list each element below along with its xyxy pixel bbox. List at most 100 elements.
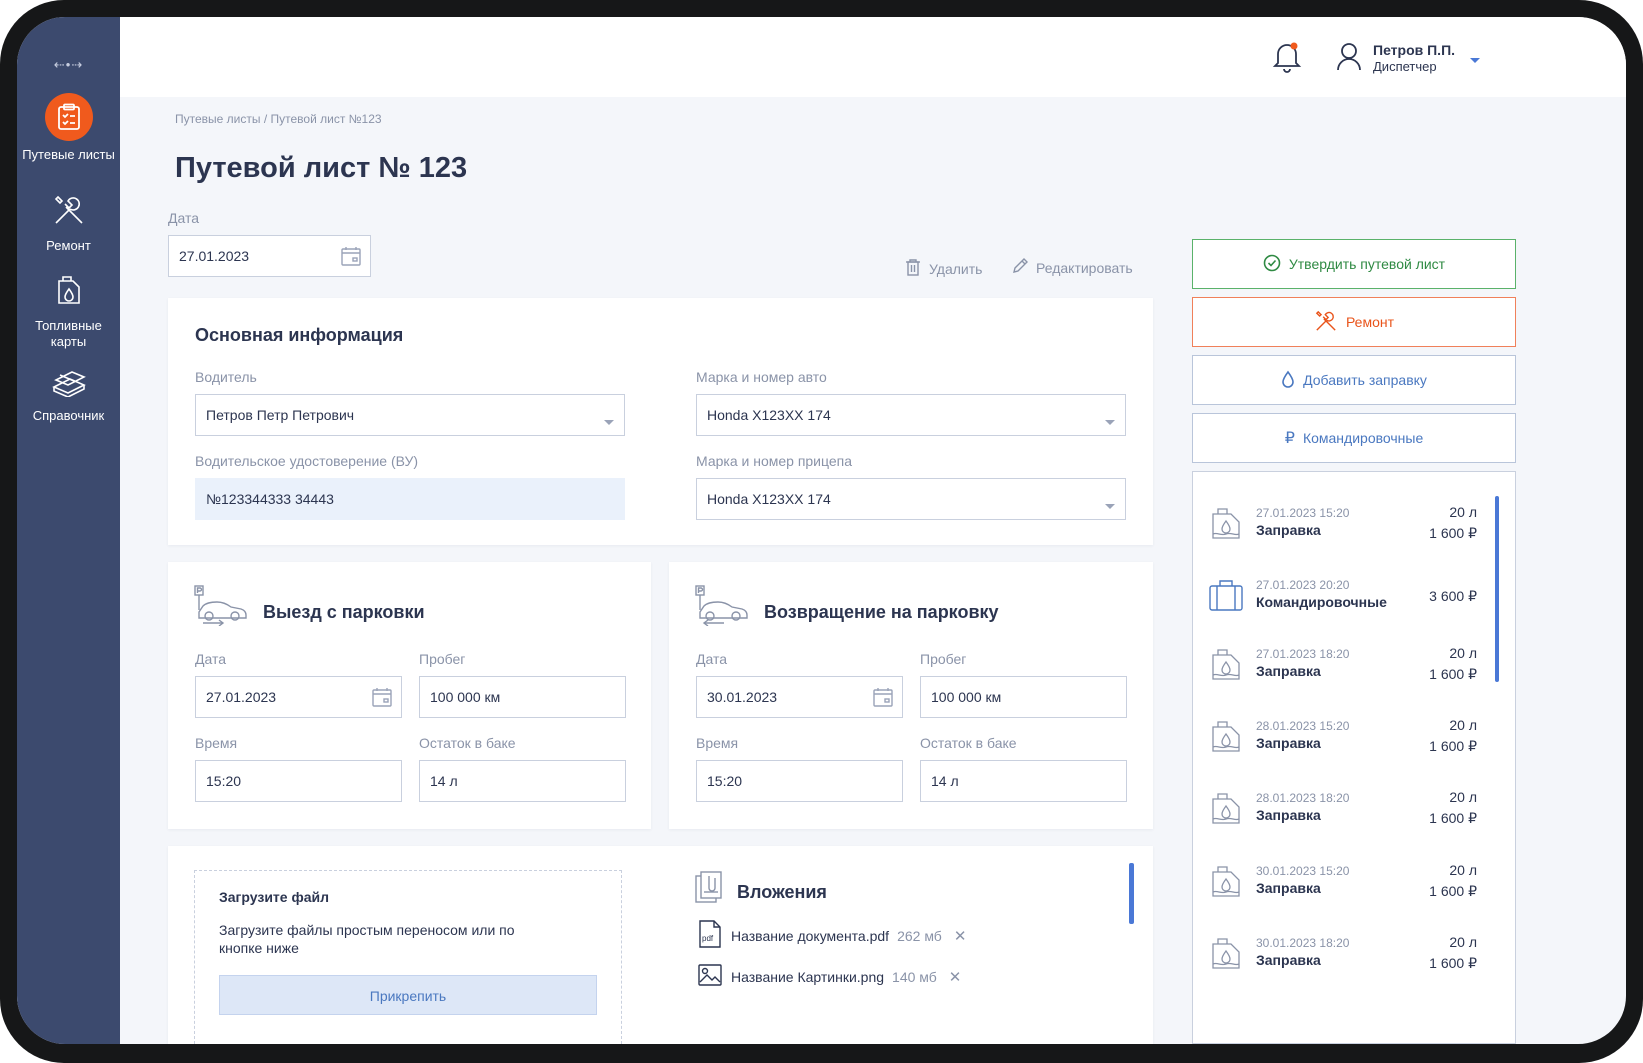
return-fuel-value: 14 л: [931, 773, 959, 789]
departure-card: Выезд с парковки Дата 27.01.2023 Пробег …: [168, 562, 651, 829]
calendar-icon[interactable]: [872, 686, 894, 711]
approve-waybill-button[interactable]: Утвердить путевой лист: [1192, 239, 1516, 289]
attachments-scrollbar[interactable]: [1129, 863, 1134, 924]
car-parking-out-icon: [193, 584, 251, 631]
departure-mileage-input[interactable]: 100 000 км: [419, 676, 626, 718]
sidebar-item-waybills[interactable]: Путевые листы: [17, 93, 120, 163]
file-size: 140 мб: [892, 968, 937, 985]
departure-fuel-input[interactable]: 14 л: [419, 760, 626, 802]
return-time-input[interactable]: 15:20: [696, 760, 903, 802]
attach-file-button[interactable]: Прикрепить: [219, 975, 597, 1015]
operation-sum: 1 600 ₽: [1429, 810, 1477, 826]
return-fuel-input[interactable]: 14 л: [920, 760, 1127, 802]
operation-date: 30.01.2023 15:20: [1256, 864, 1350, 878]
operation-item[interactable]: 30.01.2023 18:20 Заправка 20 л 1 600 ₽: [1193, 930, 1493, 990]
calendar-icon[interactable]: [371, 686, 393, 711]
operation-item[interactable]: 27.01.2023 15:20 Заправка 20 л 1 600 ₽: [1193, 500, 1493, 560]
operation-volume: 20 л: [1449, 789, 1477, 805]
add-refuel-button[interactable]: Добавить заправку: [1192, 355, 1516, 405]
sidebar-collapse-toggle[interactable]: ⇠•⇢: [17, 57, 120, 73]
check-circle-icon: [1263, 254, 1281, 275]
travel-expenses-button[interactable]: ₽ Командировочные: [1192, 413, 1516, 463]
breadcrumb[interactable]: Путевые листы / Путевой лист №123: [175, 112, 382, 126]
user-name[interactable]: Петров П.П.: [1373, 42, 1455, 58]
edit-label: Редактировать: [1036, 259, 1133, 276]
sidebar: ⇠•⇢ Путевые листы Ремонт Топливные карты…: [17, 17, 120, 1044]
operations-panel: 27.01.2023 15:20 Заправка 20 л 1 600 ₽ 2…: [1192, 471, 1516, 1044]
file-name: Название Картинки.png: [731, 968, 885, 985]
operation-title: Командировочные: [1256, 594, 1387, 610]
remove-file-icon[interactable]: ✕: [954, 927, 967, 945]
car-select[interactable]: Honda X123XX 174: [696, 394, 1126, 436]
file-drop-zone[interactable]: Загрузите файл Загрузите файлы простым п…: [194, 870, 622, 1044]
departure-date-input[interactable]: 27.01.2023: [195, 676, 402, 718]
operation-sum: 1 600 ₽: [1429, 883, 1477, 899]
pencil-icon: [1012, 258, 1028, 277]
return-date-input[interactable]: 30.01.2023: [696, 676, 903, 718]
operation-sum: 1 600 ₽: [1429, 955, 1477, 971]
sidebar-item-label: Ремонт: [46, 238, 91, 253]
remove-file-icon[interactable]: ✕: [949, 968, 962, 986]
sidebar-item-repair[interactable]: Ремонт: [17, 193, 120, 254]
page-title: Путевой лист № 123: [175, 152, 468, 184]
operation-title: Заправка: [1256, 952, 1321, 968]
driver-value: Петров Петр Петрович: [206, 407, 355, 423]
departure-title: Выезд с парковки: [263, 602, 425, 622]
return-card: Возвращение на парковку Дата 30.01.2023 …: [669, 562, 1153, 829]
car-value: Honda X123XX 174: [707, 407, 831, 423]
trailer-select[interactable]: Honda X123XX 174: [696, 478, 1126, 520]
sidebar-item-label: Топливные карты: [35, 318, 102, 349]
delete-button[interactable]: Удалить: [905, 258, 982, 279]
operations-scrollbar[interactable]: [1495, 496, 1499, 682]
tools-icon: [1314, 309, 1338, 336]
caret-down-icon: [1105, 413, 1115, 429]
operation-item[interactable]: 30.01.2023 15:20 Заправка 20 л 1 600 ₽: [1193, 858, 1493, 918]
edit-button[interactable]: Редактировать: [1012, 258, 1133, 277]
sidebar-item-label: Путевые листы: [22, 147, 115, 162]
upload-title: Загрузите файл: [219, 889, 329, 905]
return-title: Возвращение на парковку: [764, 602, 999, 622]
device-frame: ⇠•⇢ Путевые листы Ремонт Топливные карты…: [0, 0, 1643, 1063]
operation-volume: 20 л: [1449, 862, 1477, 878]
driver-select[interactable]: Петров Петр Петрович: [195, 394, 625, 436]
sidebar-item-fuel-cards[interactable]: Топливные карты: [17, 273, 120, 350]
operation-volume: 20 л: [1449, 504, 1477, 520]
calendar-icon[interactable]: [340, 245, 362, 270]
fuel-can-icon: [1207, 789, 1245, 832]
user-avatar-icon[interactable]: [1335, 41, 1363, 76]
date-value: 27.01.2023: [179, 248, 250, 264]
add-refuel-label: Добавить заправку: [1303, 372, 1427, 388]
operation-date: 30.01.2023 18:20: [1256, 936, 1350, 950]
trailer-value: Honda X123XX 174: [707, 491, 831, 507]
bell-icon[interactable]: [1272, 39, 1302, 78]
operation-title: Заправка: [1256, 735, 1321, 751]
repair-button[interactable]: Ремонт: [1192, 297, 1516, 347]
upload-description: Загрузите файлы простым переносом или по…: [219, 922, 515, 956]
caret-down-icon[interactable]: [1469, 52, 1481, 70]
main-info-card: Основная информация Водитель Петров Петр…: [168, 298, 1153, 545]
operation-item[interactable]: 27.01.2023 20:20 Командировочные 3 600 ₽: [1193, 572, 1493, 632]
file-row[interactable]: pdf Название документа.pdf 262 мб ✕: [697, 919, 966, 952]
driver-label: Водитель: [195, 369, 257, 385]
caret-down-icon: [604, 413, 614, 429]
departure-fuel-label: Остаток в баке: [419, 735, 516, 751]
file-size: 262 мб: [897, 927, 942, 944]
attachments-title: Вложения: [737, 882, 827, 902]
clipboard-icon: [44, 93, 93, 141]
date-input[interactable]: 27.01.2023: [168, 235, 371, 277]
operation-title: Заправка: [1256, 663, 1321, 679]
fuel-can-icon: [1207, 862, 1245, 905]
sidebar-item-reference[interactable]: Справочник: [17, 367, 120, 424]
return-mileage-input[interactable]: 100 000 км: [920, 676, 1127, 718]
operation-item[interactable]: 28.01.2023 15:20 Заправка 20 л 1 600 ₽: [1193, 713, 1493, 773]
image-file-icon: [697, 963, 723, 990]
departure-time-input[interactable]: 15:20: [195, 760, 402, 802]
file-row[interactable]: Название Картинки.png 140 мб ✕: [697, 963, 961, 990]
license-value: №123344333 34443: [206, 491, 334, 507]
operation-date: 27.01.2023 20:20: [1256, 578, 1350, 592]
travel-expenses-label: Командировочные: [1302, 430, 1424, 446]
operation-date: 27.01.2023 18:20: [1256, 647, 1350, 661]
caret-down-icon: [1105, 497, 1115, 513]
operation-item[interactable]: 28.01.2023 18:20 Заправка 20 л 1 600 ₽: [1193, 785, 1493, 845]
operation-item[interactable]: 27.01.2023 18:20 Заправка 20 л 1 600 ₽: [1193, 641, 1493, 701]
